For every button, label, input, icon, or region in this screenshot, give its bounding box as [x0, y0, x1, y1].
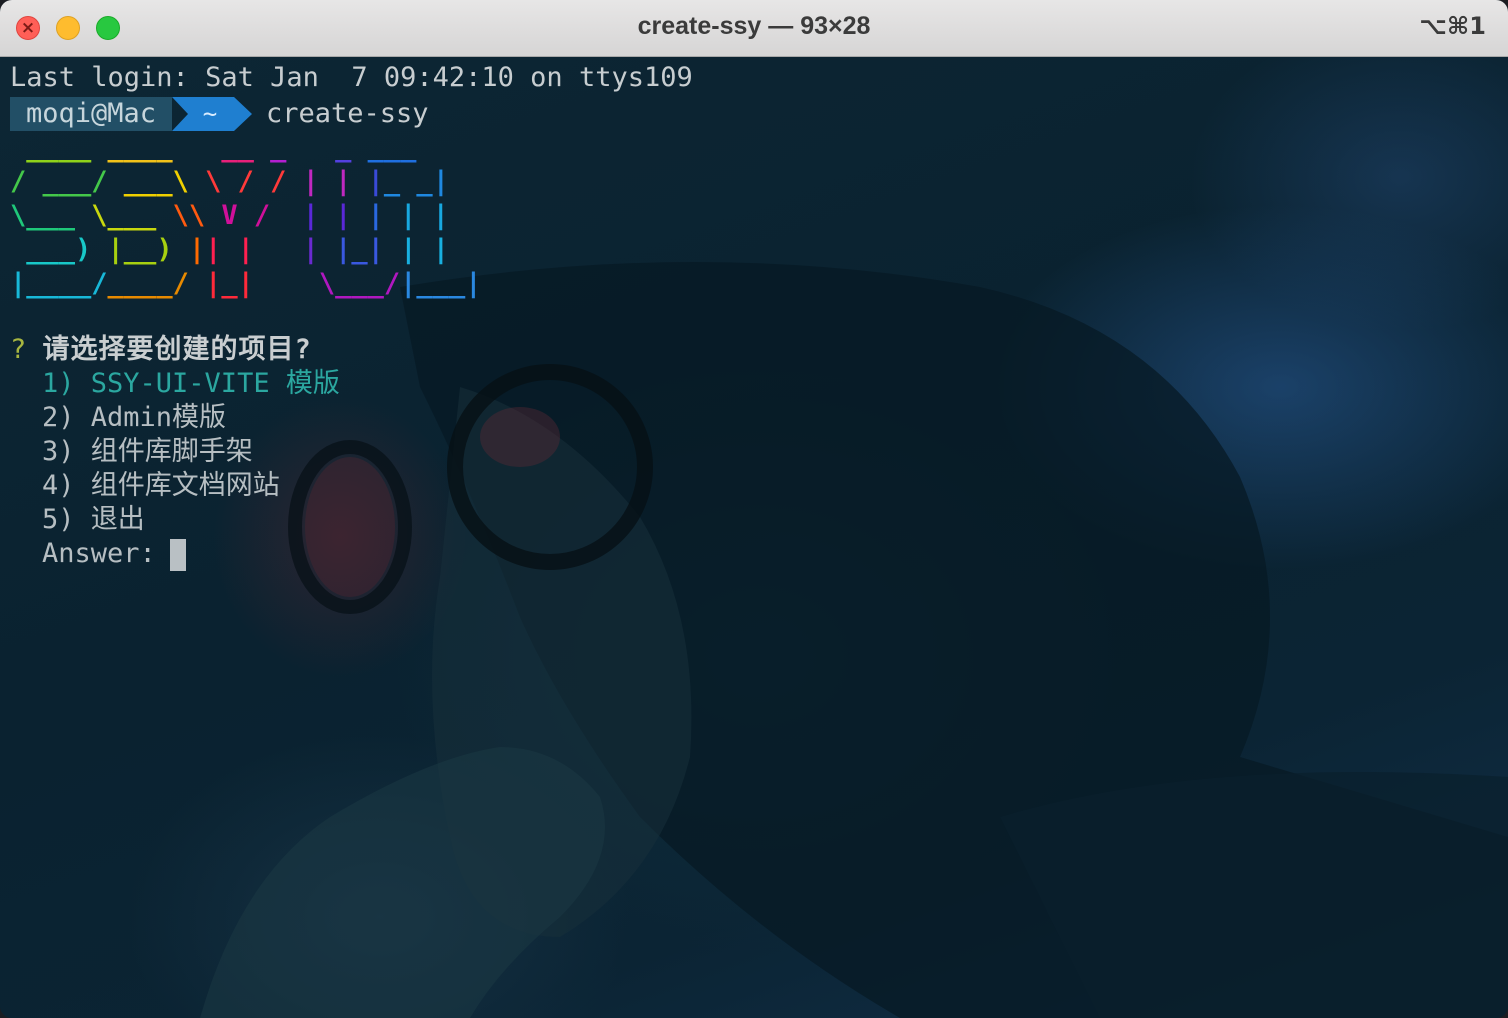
window-shortcut: ⌥⌘1	[1419, 12, 1486, 40]
prompt-dir-label: ~	[203, 100, 217, 128]
banner-line-1: ____ ____ __ _ _ ___	[10, 132, 433, 163]
prompt-user-segment: moqi@Mac	[10, 97, 172, 131]
command-text: create-ssy	[266, 98, 429, 129]
window-title: create-ssy — 93×28	[637, 12, 871, 40]
text-cursor[interactable]	[170, 539, 186, 571]
banner-line-5: |____/____/ |_| \___/|___|	[10, 268, 482, 299]
banner-line-3: \___ \___ \\ V / | | | | |	[10, 200, 449, 231]
banner-line-4: ___) |__) || | | |_| | |	[10, 234, 449, 265]
question-text: 请选择要创建的项目?	[42, 334, 312, 365]
option-3[interactable]: 3) 组件库脚手架	[42, 435, 253, 469]
option-5[interactable]: 5) 退出	[42, 503, 145, 537]
option-4[interactable]: 4) 组件库文档网站	[42, 469, 280, 503]
question-mark: ?	[10, 334, 27, 365]
option-2[interactable]: 2) Admin模版	[42, 401, 226, 435]
prompt-dir-segment: ~	[172, 97, 252, 131]
answer-prompt: Answer:	[42, 538, 156, 569]
banner-line-2: / ___/ ___\ \ / / | | |_ _|	[10, 166, 449, 197]
terminal-content[interactable]: Last login: Sat Jan 7 09:42:10 on ttys10…	[0, 57, 1508, 1018]
question-line: ? 请选择要创建的项目?	[10, 333, 312, 367]
title-bar[interactable]: create-ssy — 93×28 ⌥⌘1	[0, 0, 1508, 57]
terminal-window: create-ssy — 93×28 ⌥⌘1 Last login: Sat J…	[0, 0, 1508, 1018]
option-1[interactable]: 1) SSY-UI-VITE 模版	[42, 367, 340, 401]
last-login-line: Last login: Sat Jan 7 09:42:10 on ttys10…	[10, 62, 693, 93]
